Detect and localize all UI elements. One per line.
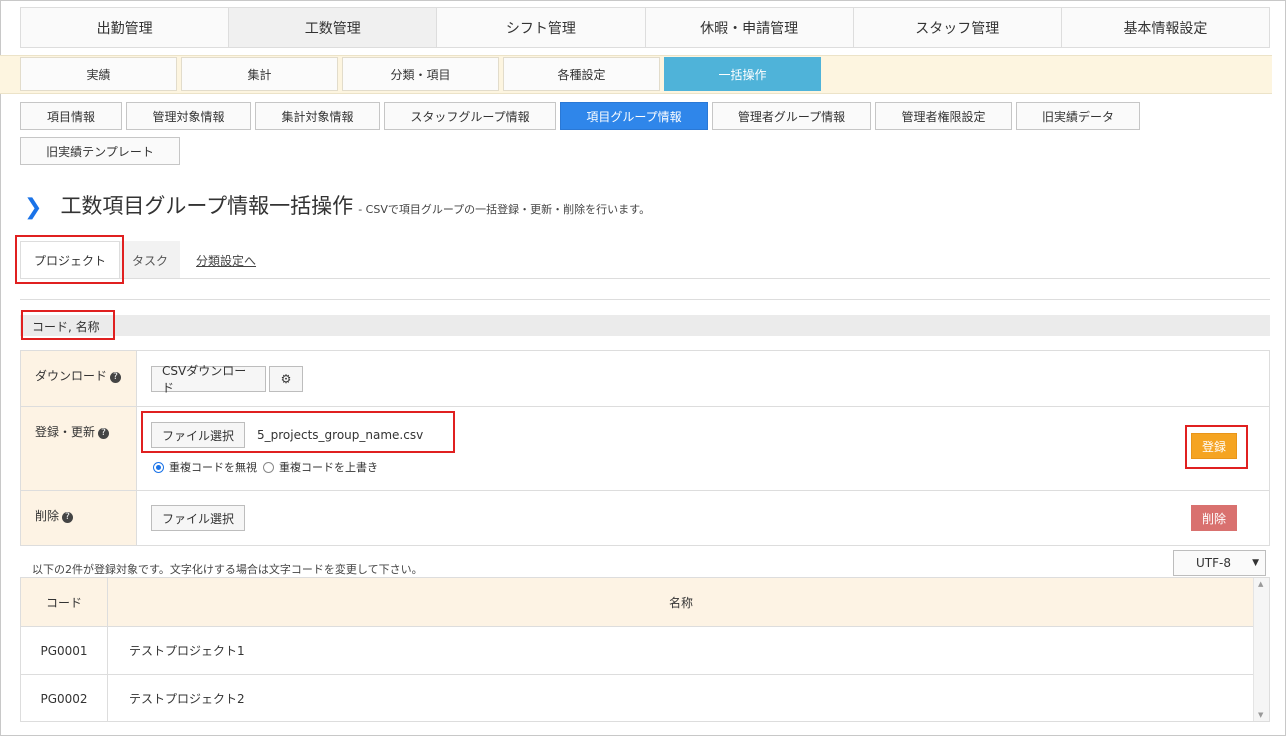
group-tabs: プロジェクト タスク 分類設定へ [20,241,256,279]
scroll-thumb[interactable] [1257,592,1265,704]
item-button-row-2: 旧実績テンプレート [20,137,180,165]
file-select-button[interactable]: ファイル選択 [151,422,245,448]
tab-divider [20,278,1270,279]
delete-body: ファイル選択 削除 [137,491,1269,545]
encoding-value: UTF-8 [1196,556,1231,570]
help-icon[interactable]: ? [110,372,122,383]
preview-table: コード 名称 PG0001 テストプロジェクト1 PG0002 テストプロジェク… [20,577,1270,722]
page-description: - CSVで項目グループの一括登録・更新・削除を行います。 [358,203,651,216]
btn-old-results-template[interactable]: 旧実績テンプレート [20,137,180,165]
header-name: 名称 [668,595,693,610]
btn-aggregate-target-info[interactable]: 集計対象情報 [255,102,380,130]
cell-name: テストプロジェクト1 [129,644,245,658]
main-tab-shift[interactable]: シフト管理 [437,8,646,47]
btn-staff-group-info[interactable]: スタッフグループ情報 [384,102,556,130]
sub-tab-category[interactable]: 分類・項目 [342,57,499,91]
btn-old-results-data[interactable]: 旧実績データ [1016,102,1140,130]
download-label-text: ダウンロード [35,369,108,383]
help-icon[interactable]: ? [98,428,110,439]
btn-admin-permission[interactable]: 管理者権限設定 [875,102,1012,130]
selected-file-name: 5_projects_group_name.csv [257,428,424,442]
notice-text: 以下の2件が登録対象です。文字化けする場合は文字コードを変更して下さい。 [32,563,423,576]
radio-ignore-duplicates[interactable]: 重複コードを無視 [153,459,257,475]
sub-nav: 実績 集計 分類・項目 各種設定 一括操作 [20,57,821,91]
main-tab-staff[interactable]: スタッフ管理 [853,8,1062,47]
section-divider [20,299,1270,300]
main-tab-leave[interactable]: 休暇・申請管理 [645,8,854,47]
encoding-select[interactable]: UTF-8 ▼ [1173,550,1266,576]
table-row: PG0002 テストプロジェクト2 [21,675,1269,721]
sub-tab-results[interactable]: 実績 [20,57,177,91]
scroll-down-icon[interactable]: ▼ [1258,711,1263,719]
chevron-right-icon: ❯ [24,195,43,220]
main-tab-basic-settings[interactable]: 基本情報設定 [1061,8,1270,47]
delete-label: 削除? [21,491,137,545]
register-label: 登録・更新? [21,407,137,490]
bulk-form: ダウンロード? CSVダウンロード ⚙ 登録・更新? ファイル選択 5_proj… [20,350,1270,546]
delete-button[interactable]: 削除 [1191,505,1237,531]
main-nav: 出勤管理 工数管理 シフト管理 休暇・申請管理 スタッフ管理 基本情報設定 [20,7,1270,48]
btn-item-group-info[interactable]: 項目グループ情報 [560,102,708,130]
sub-tab-bulk[interactable]: 一括操作 [664,57,821,91]
btn-managed-target-info[interactable]: 管理対象情報 [126,102,251,130]
register-body: ファイル選択 5_projects_group_name.csv 重複コードを無… [137,407,1269,490]
radio-overwrite-label: 重複コードを上書き [279,461,378,474]
register-label-text: 登録・更新 [35,425,96,439]
item-button-row: 項目情報 管理対象情報 集計対象情報 スタッフグループ情報 項目グループ情報 管… [20,102,1140,130]
gear-icon[interactable]: ⚙ [269,366,303,392]
delete-row: 削除? ファイル選択 削除 [21,491,1269,545]
cell-code: PG0001 [21,627,108,674]
register-row: 登録・更新? ファイル選択 5_projects_group_name.csv … [21,407,1269,491]
btn-admin-group-info[interactable]: 管理者グループ情報 [712,102,871,130]
chevron-down-icon: ▼ [1252,558,1259,568]
code-name-bar: コード, 名称 [20,315,1270,336]
download-row: ダウンロード? CSVダウンロード ⚙ [21,351,1269,407]
main-tab-attendance[interactable]: 出勤管理 [21,8,230,47]
radio-selected-icon [153,461,164,473]
table-row: PG0001 テストプロジェクト1 [21,627,1269,675]
sub-tab-summary[interactable]: 集計 [181,57,338,91]
radio-unselected-icon [263,461,274,473]
download-body: CSVダウンロード ⚙ [137,351,1269,406]
delete-file-select-button[interactable]: ファイル選択 [151,505,245,531]
cell-name: テストプロジェクト2 [129,692,245,706]
page-title: 工数項目グループ情報一括操作 [60,194,354,218]
register-button[interactable]: 登録 [1191,433,1237,459]
radio-ignore-label: 重複コードを無視 [169,461,257,474]
category-settings-link[interactable]: 分類設定へ [196,241,256,279]
delete-label-text: 削除 [35,509,60,523]
tab-task[interactable]: タスク [120,241,180,279]
header-code: コード [21,578,108,626]
main-tab-manhours[interactable]: 工数管理 [229,8,438,47]
download-label: ダウンロード? [21,351,137,406]
table-scrollbar[interactable]: ▲ ▼ [1253,578,1269,721]
table-header: コード 名称 [21,578,1269,627]
cell-code: PG0002 [21,675,108,721]
csv-download-button[interactable]: CSVダウンロード [151,364,266,395]
radio-overwrite-duplicates[interactable]: 重複コードを上書き [263,459,378,475]
page-heading: ❯ 工数項目グループ情報一括操作 - CSVで項目グループの一括登録・更新・削除… [24,190,650,220]
btn-item-info[interactable]: 項目情報 [20,102,122,130]
help-icon[interactable]: ? [62,512,74,523]
code-name-label: コード, 名称 [32,320,100,334]
sub-tab-settings[interactable]: 各種設定 [503,57,660,91]
scroll-up-icon[interactable]: ▲ [1258,580,1263,588]
tab-project[interactable]: プロジェクト [20,241,120,279]
